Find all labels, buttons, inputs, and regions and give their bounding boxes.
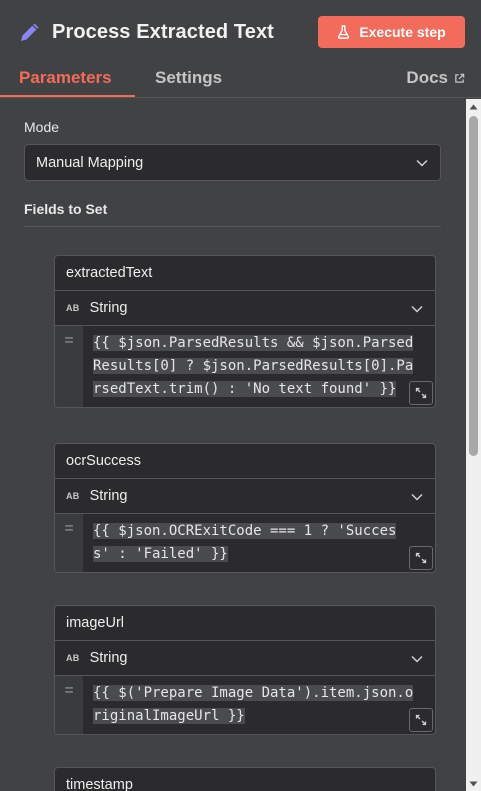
field-name-input[interactable]: extractedText — [55, 256, 435, 291]
docs-label: Docs — [406, 68, 448, 87]
parameters-panel: Mode Manual Mapping Fields to Set extrac… — [0, 99, 466, 791]
scroll-down-arrow-icon[interactable] — [466, 776, 481, 791]
field-type-value: String — [89, 650, 128, 666]
chevron-down-icon — [411, 305, 423, 313]
scrollbar-thumb[interactable] — [469, 116, 478, 456]
field-value-editor[interactable]: = {{ $json.ParsedResults && $json.Parsed… — [55, 326, 435, 407]
flask-icon — [338, 25, 350, 39]
vertical-scrollbar[interactable] — [466, 99, 481, 791]
field-name-input[interactable]: ocrSuccess — [55, 444, 435, 479]
field-type-select[interactable]: AB String — [55, 479, 435, 514]
field-value-editor[interactable]: = {{ $('Prepare Image Data').item.json.o… — [55, 676, 435, 734]
string-type-icon: AB — [66, 653, 80, 663]
field-type-value: String — [89, 488, 128, 504]
expression-line: Results[0] ? $json.ParsedResults[0].Pa — [93, 358, 414, 374]
open-expression-editor-button[interactable] — [409, 546, 433, 570]
string-type-icon: AB — [66, 491, 80, 501]
chevron-down-icon — [411, 493, 423, 501]
pencil-icon[interactable] — [18, 20, 42, 44]
field-assignment: timestamp — [54, 767, 436, 791]
expression-line: riginalImageUrl }} — [93, 708, 245, 724]
external-link-icon — [455, 73, 465, 83]
docs-link[interactable]: Docs — [406, 68, 465, 88]
expression-line: {{ $json.ParsedResults && $json.Parsed — [93, 335, 414, 351]
section-divider — [24, 226, 441, 227]
expand-icon — [415, 552, 427, 564]
mode-label: Mode — [24, 119, 60, 135]
execute-step-label: Execute step — [359, 24, 446, 40]
mode-value: Manual Mapping — [36, 154, 144, 171]
expression-text[interactable]: {{ $('Prepare Image Data').item.json.o r… — [83, 676, 435, 734]
expression-line: {{ $json.OCRExitCode === 1 ? 'Succes — [93, 523, 397, 539]
field-name-input[interactable]: timestamp — [55, 768, 435, 791]
field-assignment: imageUrl AB String = {{ $('Prepare Image… — [54, 605, 436, 735]
node-header: Process Extracted Text Execute step Para… — [0, 0, 481, 98]
tab-parameters[interactable]: Parameters — [19, 68, 112, 88]
expression-line: rsedText.trim() : 'No text found' }} — [93, 381, 397, 397]
tab-bar: Parameters Settings Docs — [0, 58, 481, 98]
expression-line: s' : 'Failed' }} — [93, 546, 228, 562]
expression-equals-icon: = — [55, 326, 83, 407]
string-type-icon: AB — [66, 303, 80, 313]
expression-text[interactable]: {{ $json.ParsedResults && $json.Parsed R… — [83, 326, 435, 407]
tab-divider — [0, 97, 481, 98]
tab-settings[interactable]: Settings — [155, 68, 222, 88]
expand-icon — [415, 714, 427, 726]
expression-equals-icon: = — [55, 676, 83, 734]
open-expression-editor-button[interactable] — [409, 381, 433, 405]
field-name-input[interactable]: imageUrl — [55, 606, 435, 641]
node-title[interactable]: Process Extracted Text — [52, 21, 274, 44]
field-assignment: extractedText AB String = {{ $json.Parse… — [54, 255, 436, 408]
fields-to-set-label: Fields to Set — [24, 201, 108, 217]
title-row: Process Extracted Text — [18, 14, 274, 50]
expression-line: {{ $('Prepare Image Data').item.json.o — [93, 685, 414, 701]
expand-icon — [415, 387, 427, 399]
field-type-select[interactable]: AB String — [55, 641, 435, 676]
execute-step-button[interactable]: Execute step — [318, 16, 465, 48]
field-type-value: String — [89, 300, 128, 316]
chevron-down-icon — [416, 159, 428, 167]
scroll-up-arrow-icon[interactable] — [466, 99, 481, 114]
expression-equals-icon: = — [55, 514, 83, 572]
field-assignment: ocrSuccess AB String = {{ $json.OCRExitC… — [54, 443, 436, 573]
chevron-down-icon — [411, 655, 423, 663]
mode-select[interactable]: Manual Mapping — [24, 144, 441, 181]
field-value-editor[interactable]: = {{ $json.OCRExitCode === 1 ? 'Succes s… — [55, 514, 435, 572]
field-type-select[interactable]: AB String — [55, 291, 435, 326]
open-expression-editor-button[interactable] — [409, 708, 433, 732]
expression-text[interactable]: {{ $json.OCRExitCode === 1 ? 'Succes s' … — [83, 514, 435, 572]
